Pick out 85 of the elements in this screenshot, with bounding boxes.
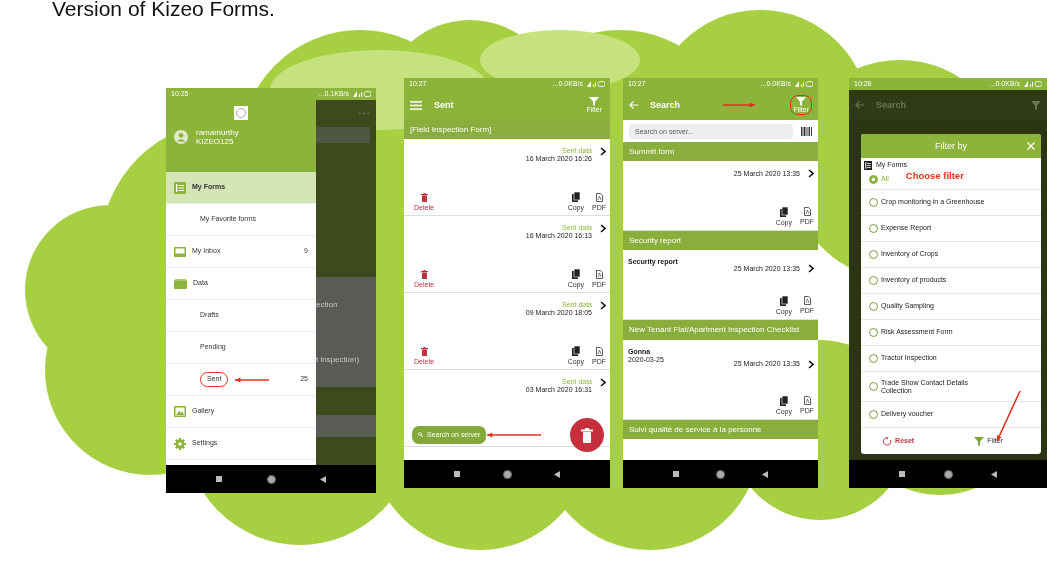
radio-button[interactable]: [869, 410, 878, 419]
dimmed-text: t inspection): [316, 354, 361, 365]
copy-icon: [779, 395, 788, 406]
back-icon[interactable]: [320, 475, 326, 483]
group-header: New Tenant Flat/Apartment Inspection Checklist: [623, 320, 818, 340]
forms-list-icon: [864, 161, 872, 170]
filter-icon: [1031, 100, 1041, 110]
chevron-right-icon[interactable]: [600, 301, 606, 311]
chevron-right-icon[interactable]: [600, 378, 606, 388]
dimmed-text: ection: [316, 299, 339, 310]
status-icons-drawing: [353, 91, 371, 97]
barcode-icon[interactable]: [801, 126, 812, 136]
search-icon: [418, 432, 423, 438]
radio-button[interactable]: [869, 276, 878, 285]
avatar-icon: [174, 130, 188, 145]
pdf-icon: [595, 270, 603, 280]
reset-icon: [883, 436, 893, 446]
more-options-icon[interactable]: [358, 112, 370, 115]
back-arrow-icon[interactable]: [855, 101, 864, 109]
radio-button[interactable]: [869, 328, 878, 337]
logo-icon: [234, 106, 248, 120]
radio-button[interactable]: [869, 382, 878, 391]
copy-icon: [779, 207, 788, 218]
group-header: Summit form: [623, 142, 818, 162]
trash-icon: [581, 427, 593, 443]
dimmed-row: [316, 415, 376, 437]
chevron-right-icon[interactable]: [808, 359, 814, 369]
user-code: KIZEO125: [196, 137, 235, 147]
forms-list-icon: [174, 181, 186, 194]
group-header: Suivi qualité de service à la personne: [623, 419, 818, 439]
radio-button[interactable]: [869, 250, 878, 259]
radio-button[interactable]: [869, 302, 878, 311]
home-icon[interactable]: [502, 469, 512, 479]
home-icon[interactable]: [943, 469, 953, 479]
annotation-arrow: [234, 375, 271, 384]
annotation-text: Choose filter: [905, 171, 964, 182]
pdf-icon: [803, 395, 811, 405]
pdf-icon: [803, 296, 811, 306]
screen-title: Search: [876, 99, 907, 111]
annotation-arrow: [486, 431, 543, 439]
status-icons-drawing: [587, 81, 605, 87]
radio-button[interactable]: [869, 354, 878, 363]
radio-button[interactable]: [869, 175, 878, 184]
trash-icon: [420, 193, 428, 203]
user-name: ramamurthy: [196, 128, 239, 138]
radio-button[interactable]: [869, 224, 878, 233]
inbox-icon: [174, 246, 186, 257]
back-icon[interactable]: [762, 470, 768, 478]
copy-icon: [779, 296, 788, 307]
heading-text: Version of Kizeo Forms.: [52, 0, 275, 22]
back-icon[interactable]: [554, 470, 560, 478]
home-icon[interactable]: [716, 469, 725, 479]
annotation-arrow: [722, 101, 757, 109]
gallery-icon: [174, 406, 186, 417]
chevron-right-icon[interactable]: [808, 264, 814, 274]
settings-icon: [174, 437, 186, 450]
radio-button[interactable]: [869, 198, 878, 207]
back-icon[interactable]: [991, 470, 997, 478]
screen-title: Sent: [434, 99, 454, 111]
dimmed-search-bar: [316, 127, 370, 143]
copy-icon: [571, 346, 580, 357]
trash-icon: [420, 270, 428, 280]
copy-icon: [571, 192, 580, 203]
trash-icon: [420, 347, 428, 357]
chevron-right-icon[interactable]: [600, 147, 606, 157]
status-icons-drawing: [1024, 81, 1042, 87]
filter-icon: [589, 97, 600, 106]
chevron-right-icon[interactable]: [600, 224, 606, 234]
chevron-right-icon[interactable]: [808, 169, 814, 179]
group-header: Security report: [623, 231, 818, 251]
dialog-title: Filter by: [935, 140, 967, 152]
folder-icon: [174, 278, 187, 289]
delete-fab[interactable]: [570, 418, 604, 452]
filter-icon: [974, 436, 985, 446]
close-icon[interactable]: [1027, 142, 1035, 150]
home-icon[interactable]: [266, 474, 276, 484]
screen-title: Search: [650, 99, 681, 111]
pdf-icon: [595, 193, 603, 203]
menu-icon[interactable]: [410, 100, 422, 110]
pdf-icon: [595, 347, 603, 357]
filter-icon: [796, 97, 807, 106]
pdf-icon: [803, 207, 811, 217]
section-header: [Field Inspection Form]: [404, 120, 610, 140]
copy-icon: [571, 269, 580, 280]
status-icons-drawing: [795, 81, 813, 87]
